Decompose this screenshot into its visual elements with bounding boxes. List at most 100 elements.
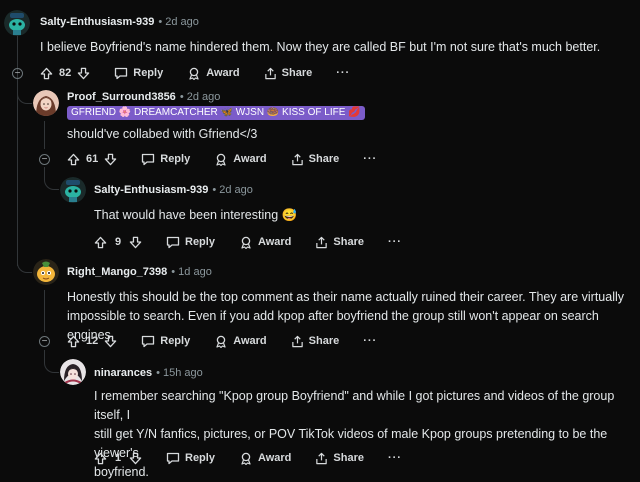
- share-icon: [264, 67, 277, 80]
- avatar[interactable]: [60, 177, 86, 203]
- award-label: Award: [257, 452, 292, 464]
- comment-icon: [166, 452, 180, 465]
- comment-icon: [141, 335, 155, 348]
- mango-avatar-icon: [33, 259, 59, 285]
- award-button[interactable]: Award: [239, 236, 291, 249]
- comment-text: should've collabed with Gfriend</3: [67, 127, 258, 141]
- award-icon: [214, 335, 228, 348]
- collapse-thread-button[interactable]: −: [39, 336, 50, 347]
- comment-text-line: Honestly this should be the top comment …: [67, 290, 624, 304]
- comment-actions: 1 Reply Award Share ···: [94, 448, 402, 468]
- username[interactable]: Proof_Surround3856: [67, 91, 176, 103]
- comment-author[interactable]: ninarances • 15h ago: [94, 367, 203, 379]
- vote-group: 12: [67, 335, 117, 348]
- award-label: Award: [257, 236, 292, 248]
- comment-icon: [114, 67, 128, 80]
- downvote-icon[interactable]: [77, 67, 90, 80]
- vote-count: 9: [114, 236, 122, 248]
- username[interactable]: Salty-Enthusiasm-939: [94, 184, 208, 196]
- reply-label: Reply: [133, 67, 164, 79]
- collapse-thread-button[interactable]: −: [39, 154, 50, 165]
- snoo-avatar-icon: [4, 10, 30, 36]
- anime-avatar-icon: [60, 359, 86, 385]
- comment-actions: 61 Reply Award Share ···: [67, 149, 377, 169]
- reply-button[interactable]: Reply: [166, 452, 215, 465]
- thread-curve-reply1: [17, 81, 32, 104]
- username[interactable]: Salty-Enthusiasm-939: [40, 16, 154, 28]
- reply-button[interactable]: Reply: [141, 153, 190, 166]
- share-icon: [315, 452, 328, 465]
- share-label: Share: [308, 335, 340, 347]
- award-label: Award: [206, 67, 240, 79]
- vote-count: 1: [114, 452, 122, 464]
- collapse-thread-button[interactable]: −: [12, 68, 23, 79]
- more-options-button[interactable]: ···: [336, 67, 350, 79]
- comment-text: That would have been interesting 😅: [94, 208, 298, 222]
- thread-curve-reply4: [17, 250, 32, 273]
- upvote-icon[interactable]: [40, 67, 53, 80]
- timestamp: • 2d ago: [158, 16, 199, 28]
- upvote-icon[interactable]: [94, 236, 107, 249]
- share-button[interactable]: Share: [315, 236, 364, 249]
- more-options-button[interactable]: ···: [388, 452, 402, 464]
- downvote-icon[interactable]: [129, 236, 142, 249]
- downvote-icon[interactable]: [129, 452, 142, 465]
- award-label: Award: [233, 335, 267, 347]
- username[interactable]: Right_Mango_7398: [67, 266, 167, 278]
- award-icon: [239, 452, 253, 465]
- thread-curve-reply5: [44, 350, 59, 373]
- avatar[interactable]: [33, 90, 59, 116]
- award-button[interactable]: Award: [187, 67, 240, 80]
- award-button[interactable]: Award: [214, 153, 267, 166]
- comment-author[interactable]: Right_Mango_7398 • 1d ago: [67, 266, 212, 278]
- thread-line-reply4: [44, 290, 45, 332]
- avatar[interactable]: [60, 359, 86, 385]
- comment-author[interactable]: Salty-Enthusiasm-939 • 2d ago: [40, 16, 199, 28]
- comment-actions: 9 Reply Award Share ···: [94, 232, 402, 252]
- reply-label: Reply: [185, 236, 215, 248]
- thread-line-root: [17, 26, 18, 266]
- username[interactable]: ninarances: [94, 367, 152, 379]
- share-label: Share: [333, 236, 364, 248]
- share-button[interactable]: Share: [291, 335, 340, 348]
- comment-actions: 12 Reply Award Share ···: [67, 331, 377, 351]
- avatar[interactable]: [4, 10, 30, 36]
- user-flair: GFRIEND 🌸 DREAMCATCHER 🦋 WJSN 🍩 KISS OF …: [67, 106, 365, 120]
- timestamp: • 2d ago: [212, 184, 253, 196]
- vote-group: 61: [67, 153, 117, 166]
- comment-author[interactable]: Salty-Enthusiasm-939 • 2d ago: [94, 184, 253, 196]
- more-options-button[interactable]: ···: [363, 153, 377, 165]
- upvote-icon[interactable]: [67, 335, 80, 348]
- reply-button[interactable]: Reply: [141, 335, 190, 348]
- vote-count: 82: [59, 67, 72, 79]
- avatar[interactable]: [33, 259, 59, 285]
- share-label: Share: [281, 67, 313, 79]
- snoo-avatar-icon: [60, 177, 86, 203]
- vote-group: 1: [94, 452, 142, 465]
- more-options-button[interactable]: ···: [388, 236, 402, 248]
- award-icon: [187, 67, 201, 80]
- share-button[interactable]: Share: [291, 153, 340, 166]
- profile-photo-icon: [33, 90, 59, 116]
- share-button[interactable]: Share: [315, 452, 364, 465]
- comment-text: I believe Boyfriend's name hindered them…: [40, 40, 601, 54]
- more-options-button[interactable]: ···: [363, 335, 377, 347]
- upvote-icon[interactable]: [94, 452, 107, 465]
- upvote-icon[interactable]: [67, 153, 80, 166]
- thread-curve-reply2: [44, 167, 59, 190]
- downvote-icon[interactable]: [104, 335, 117, 348]
- share-button[interactable]: Share: [264, 67, 313, 80]
- comment-author[interactable]: Proof_Surround3856 • 2d ago: [67, 91, 220, 103]
- comment-actions: 82 Reply Award Share ···: [40, 63, 350, 83]
- award-button[interactable]: Award: [239, 452, 291, 465]
- award-icon: [214, 153, 228, 166]
- downvote-icon[interactable]: [104, 153, 117, 166]
- comment-icon: [166, 236, 180, 249]
- reply-button[interactable]: Reply: [114, 67, 163, 80]
- vote-group: 82: [40, 67, 90, 80]
- reply-button[interactable]: Reply: [166, 236, 215, 249]
- share-icon: [315, 236, 328, 249]
- share-label: Share: [308, 153, 340, 165]
- award-button[interactable]: Award: [214, 335, 267, 348]
- share-icon: [291, 335, 304, 348]
